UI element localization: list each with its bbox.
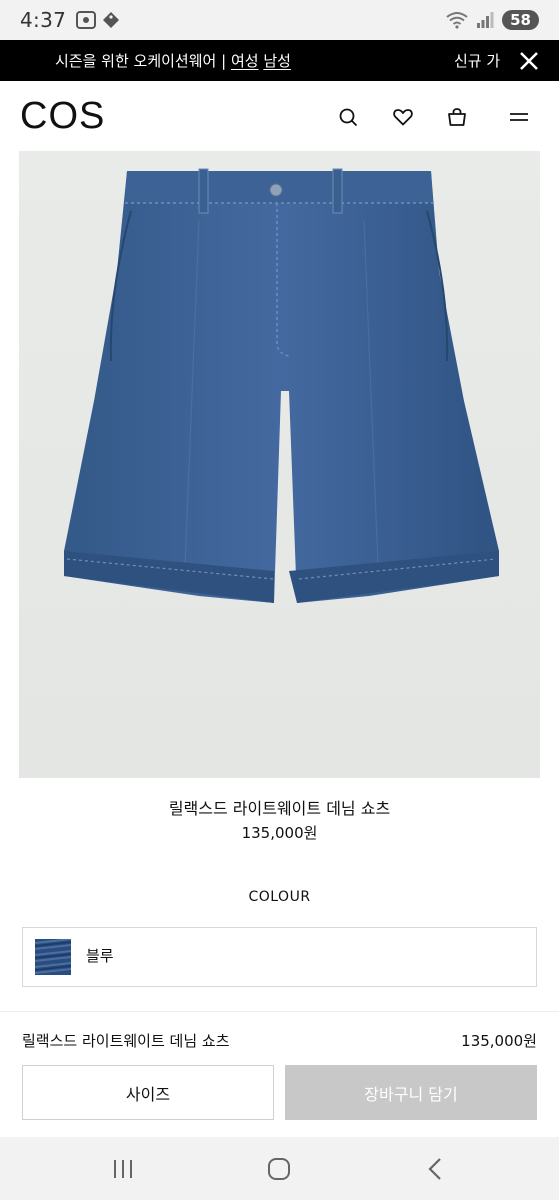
colour-swatch bbox=[35, 939, 71, 975]
sticky-purchase-bar: 릴랙스드 라이트웨이트 데님 쇼츠 135,000원 사이즈 장바구니 담기 bbox=[0, 1011, 559, 1137]
product-name: 릴랙스드 라이트웨이트 데님 쇼츠 bbox=[168, 799, 391, 818]
colour-name: 블루 bbox=[86, 947, 114, 965]
status-bar: 4:37 58 bbox=[0, 0, 559, 40]
denim-swatch-image bbox=[35, 939, 71, 975]
promo-message: 시즌을 위한 오케이션웨어 | bbox=[55, 52, 231, 70]
status-time: 4:37 bbox=[20, 8, 67, 32]
status-system-icons: 58 bbox=[446, 10, 539, 30]
battery-indicator: 58 bbox=[502, 10, 539, 30]
home-icon[interactable] bbox=[264, 1154, 294, 1184]
promo-banner: 시즌을 위한 오케이션웨어 | 여성 남성 신규 가 bbox=[0, 40, 559, 81]
sticky-product-price: 135,000원 bbox=[461, 1032, 537, 1050]
denim-shorts-image bbox=[19, 151, 540, 778]
bag-icon[interactable] bbox=[446, 106, 468, 128]
promo-link-men[interactable]: 남성 bbox=[263, 52, 291, 70]
sticky-product-name: 릴랙스드 라이트웨이트 데님 쇼츠 bbox=[22, 1032, 230, 1050]
colour-label: COLOUR bbox=[248, 889, 311, 905]
cos-logo[interactable]: COS bbox=[20, 95, 105, 138]
product-image[interactable] bbox=[19, 151, 540, 778]
menu-icon[interactable] bbox=[508, 106, 530, 128]
back-icon[interactable] bbox=[421, 1154, 451, 1184]
signal-icon bbox=[477, 12, 494, 28]
status-notification-icons bbox=[76, 11, 120, 29]
wifi-icon bbox=[446, 12, 468, 29]
close-icon[interactable] bbox=[518, 50, 540, 72]
recent-apps-icon[interactable] bbox=[108, 1154, 138, 1184]
screenshot-icon bbox=[76, 11, 97, 29]
system-nav-bar bbox=[0, 1137, 559, 1200]
tag-icon bbox=[103, 12, 120, 28]
site-header: COS bbox=[0, 81, 559, 151]
product-price: 135,000원 bbox=[241, 824, 318, 842]
heart-icon[interactable] bbox=[392, 106, 414, 128]
promo-text: 시즌을 위한 오케이션웨어 | 여성 남성 bbox=[55, 50, 291, 71]
promo-link-women[interactable]: 여성 bbox=[231, 52, 259, 70]
colour-selector[interactable]: 블루 bbox=[22, 927, 537, 987]
search-icon[interactable] bbox=[337, 106, 359, 128]
add-to-bag-button[interactable]: 장바구니 담기 bbox=[285, 1065, 537, 1120]
promo-new-label[interactable]: 신규 가 bbox=[454, 50, 500, 71]
size-button[interactable]: 사이즈 bbox=[22, 1065, 274, 1120]
